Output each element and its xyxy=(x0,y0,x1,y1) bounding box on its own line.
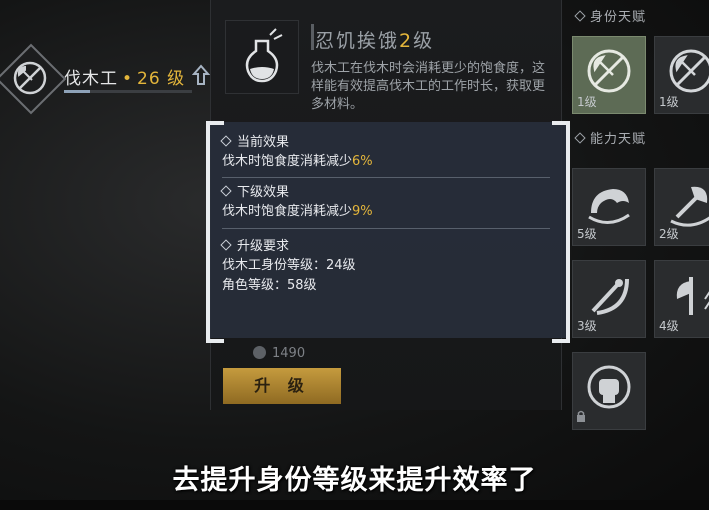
talent-slot[interactable]: 5级 xyxy=(572,168,646,246)
effect-popup: 当前效果 伐木时饱食度消耗减少6% 下级效果 伐木时饱食度消耗减少9% 升级要求… xyxy=(206,121,570,343)
diamond-bullet-icon xyxy=(220,135,232,147)
next-effect-section: 下级效果 伐木时饱食度消耗减少9% xyxy=(220,184,373,222)
lock-icon xyxy=(577,410,585,422)
talent-name: 忍饥挨饿2级 xyxy=(315,26,434,53)
axe-up-icon xyxy=(676,277,709,315)
identity-talent-label: 身份天赋 xyxy=(590,10,647,25)
requirement-character-level: 角色等级：58级 xyxy=(222,278,317,293)
axe-icon xyxy=(670,186,709,227)
slot-level: 4级 xyxy=(659,319,679,333)
axe-forbidden-icon xyxy=(13,61,47,95)
slot-level: 2级 xyxy=(659,227,679,241)
diamond-bullet-icon xyxy=(220,185,232,197)
talent-slot[interactable]: 1级 xyxy=(572,36,646,114)
coin-icon xyxy=(253,346,266,359)
slot-level: 1级 xyxy=(577,95,597,109)
popup-divider xyxy=(222,177,550,178)
talent-slot[interactable]: 2级 xyxy=(654,168,709,246)
diamond-bullet-icon xyxy=(220,239,232,251)
upgrade-cost: 1490 xyxy=(253,346,305,361)
talent-level-number: 2 xyxy=(399,30,414,52)
requirements-section: 升级要求 伐木工身份等级：24级 角色等级：58级 xyxy=(220,238,356,296)
current-effect-section: 当前效果 伐木时饱食度消耗减少6% xyxy=(220,134,373,172)
current-effect-text: 伐木时饱食度消耗减少 xyxy=(222,154,353,169)
next-effect-title: 下级效果 xyxy=(237,185,290,200)
job-level: 26 级 xyxy=(137,69,186,89)
job-exp-bar xyxy=(64,90,192,93)
level-up-arrow-icon[interactable] xyxy=(192,64,210,86)
talent-description: 伐木工在伐木时会消耗更少的饱食度，这样能有效提高伐木工的工作时长，获取更多材料。 xyxy=(311,61,546,112)
talent-name-text: 忍饥挨饿 xyxy=(315,30,400,52)
slot-level: 5级 xyxy=(577,227,597,241)
next-effect-text: 伐木时饱食度消耗减少 xyxy=(222,204,353,219)
bottom-strip xyxy=(0,500,709,510)
cost-amount: 1490 xyxy=(272,346,306,361)
title-accent-bar xyxy=(311,24,314,50)
ability-talent-header: 能力天赋 xyxy=(574,128,647,147)
job-name: 伐木工 xyxy=(64,69,118,89)
potion-flask-icon xyxy=(245,28,283,83)
talent-slot[interactable]: 1级 xyxy=(654,36,709,114)
job-title: 伐木工 • 26 级 xyxy=(64,64,185,89)
talent-slot[interactable]: 4级 xyxy=(654,260,709,338)
requirements-title: 升级要求 xyxy=(237,239,290,254)
popup-divider xyxy=(222,228,550,229)
axe-crossed-icon xyxy=(669,49,709,93)
identity-talent-header: 身份天赋 xyxy=(574,6,647,25)
ability-talent-label: 能力天赋 xyxy=(590,132,647,147)
talent-level-unit: 级 xyxy=(413,30,435,52)
fist-icon xyxy=(587,365,631,409)
upgrade-button[interactable]: 升 级 xyxy=(223,368,341,404)
job-badge[interactable] xyxy=(0,43,67,115)
diamond-bullet-icon xyxy=(574,10,586,22)
requirement-job-level: 伐木工身份等级：24级 xyxy=(222,258,356,273)
diamond-bullet-icon xyxy=(574,132,586,144)
video-subtitle: 去提升身份等级来提升效率了 xyxy=(172,465,537,496)
slash-icon xyxy=(591,278,629,315)
axe-crossed-icon xyxy=(587,49,631,93)
slot-level: 1级 xyxy=(659,95,679,109)
current-effect-title: 当前效果 xyxy=(237,135,290,150)
talent-sidebar: 身份天赋 1级 1级 能力天赋 5级 2级 3级 4级 xyxy=(566,0,709,430)
talent-slot[interactable]: 3级 xyxy=(572,260,646,338)
next-effect-value: 9% xyxy=(352,204,373,219)
current-effect-value: 6% xyxy=(352,154,373,169)
slot-level: 3级 xyxy=(577,319,597,333)
talent-icon-frame xyxy=(225,20,299,94)
job-separator: • xyxy=(122,69,134,89)
strength-arm-icon xyxy=(588,189,630,224)
